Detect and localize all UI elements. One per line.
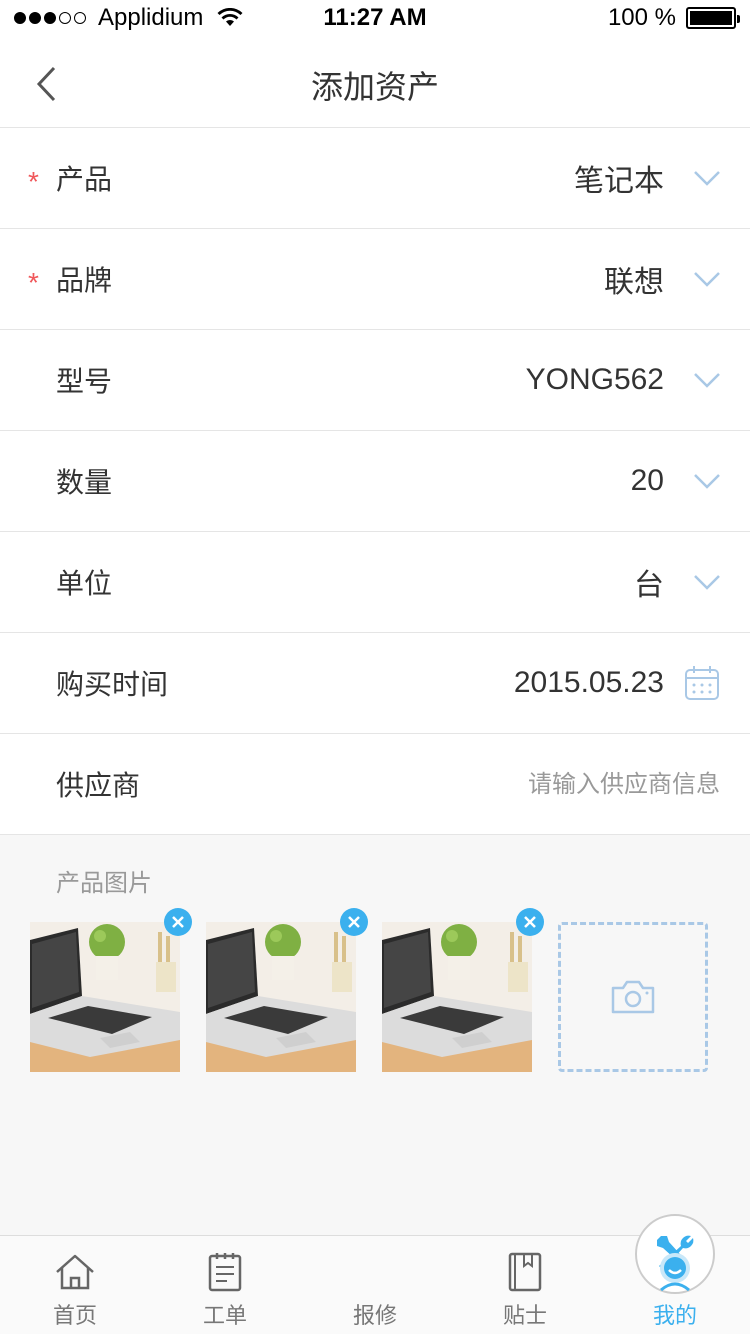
photo-section: 产品图片 xyxy=(0,835,750,1235)
add-photo-button[interactable] xyxy=(558,922,708,1072)
photo-section-title: 产品图片 xyxy=(56,869,152,897)
product-value: 笔记本 xyxy=(574,164,664,199)
required-mark: * xyxy=(28,166,39,197)
laptop-photo xyxy=(206,922,356,1072)
page-title: 添加资产 xyxy=(310,68,439,106)
product-label: 产品 xyxy=(56,163,113,196)
chevron-down-icon xyxy=(694,474,720,489)
tab-mine[interactable]: 我的 xyxy=(600,1236,750,1334)
chevron-down-icon xyxy=(694,373,720,388)
brand-label: 品牌 xyxy=(56,264,113,297)
tab-label: 工单 xyxy=(202,1304,247,1329)
tab-home[interactable]: 首页 xyxy=(0,1236,150,1334)
chevron-down-icon xyxy=(694,171,720,186)
nav-bar: 添加资产 xyxy=(0,40,750,128)
quantity-value: 20 xyxy=(630,464,664,497)
supplier-row: 供应商 xyxy=(0,734,750,835)
chevron-down-icon xyxy=(694,272,720,287)
laptop-photo xyxy=(30,922,180,1072)
close-icon xyxy=(348,916,360,928)
battery-icon xyxy=(686,7,740,29)
book-icon xyxy=(508,1252,542,1292)
home-icon xyxy=(56,1254,94,1290)
camera-icon xyxy=(611,980,655,1014)
laptop-photo xyxy=(382,922,532,1072)
user-icon xyxy=(660,1253,690,1292)
brand-value: 联想 xyxy=(604,265,664,300)
tab-bar: 首页 工单 报修 贴士 我的 xyxy=(0,1214,750,1334)
required-mark: * xyxy=(28,267,39,298)
laptop-illustration xyxy=(30,922,180,1072)
remove-photo-button[interactable] xyxy=(164,908,192,936)
status-right: 100 % xyxy=(607,4,740,32)
tab-label: 我的 xyxy=(652,1304,697,1329)
product-row[interactable]: * 产品 笔记本 xyxy=(0,128,750,229)
laptop-illustration xyxy=(206,922,356,1072)
product-photo[interactable] xyxy=(206,908,368,1072)
quantity-row[interactable]: 数量 20 xyxy=(0,431,750,532)
supplier-label: 供应商 xyxy=(56,769,141,802)
tab-label: 报修 xyxy=(352,1304,397,1329)
supplier-input[interactable] xyxy=(420,770,720,798)
quantity-label: 数量 xyxy=(56,466,113,499)
tab-label: 首页 xyxy=(52,1304,97,1329)
laptop-illustration xyxy=(382,922,532,1072)
unit-row[interactable]: 单位 台 xyxy=(0,532,750,633)
tab-tips[interactable]: 贴士 xyxy=(450,1236,600,1334)
model-row[interactable]: 型号 YONG562 xyxy=(0,330,750,431)
status-bar: Applidium 11:27 AM 100 % xyxy=(0,0,750,40)
remove-photo-button[interactable] xyxy=(340,908,368,936)
model-value: YONG562 xyxy=(525,363,664,396)
chevron-down-icon xyxy=(694,575,720,590)
product-photo[interactable] xyxy=(382,908,544,1072)
purchase-date-value: 2015.05.23 xyxy=(513,666,664,699)
model-label: 型号 xyxy=(56,365,113,398)
purchase-date-row[interactable]: 购买时间 2015.05.23 xyxy=(0,633,750,734)
calendar-icon[interactable] xyxy=(684,665,720,701)
battery-percent: 100 % xyxy=(607,4,676,31)
close-icon xyxy=(524,916,536,928)
purchase-date-label: 购买时间 xyxy=(56,668,169,701)
clipboard-icon xyxy=(208,1253,242,1292)
unit-value: 台 xyxy=(634,568,664,603)
brand-row[interactable]: * 品牌 联想 xyxy=(0,229,750,330)
photo-list xyxy=(30,908,708,1072)
remove-photo-button[interactable] xyxy=(516,908,544,936)
unit-label: 单位 xyxy=(56,567,113,600)
tab-repair[interactable]: 报修 xyxy=(300,1214,715,1334)
product-photo[interactable] xyxy=(30,908,192,1072)
close-icon xyxy=(172,916,184,928)
tab-label: 贴士 xyxy=(502,1304,547,1329)
asset-form: * 产品 笔记本 * 品牌 联想 型号 YONG562 数量 20 单位 台 购… xyxy=(0,128,750,835)
tab-work-order[interactable]: 工单 xyxy=(150,1236,300,1334)
